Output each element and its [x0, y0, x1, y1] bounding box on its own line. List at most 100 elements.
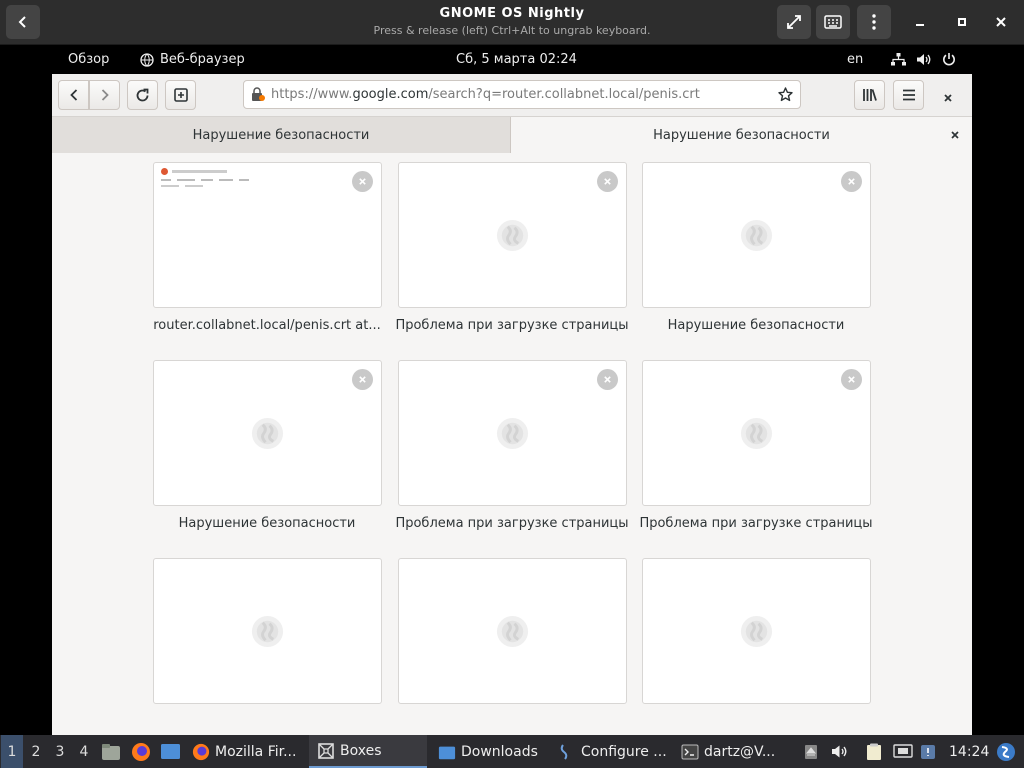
page-thumbnail[interactable]	[642, 162, 871, 308]
minimize-button[interactable]	[911, 13, 929, 31]
page-thumbnail[interactable]	[398, 162, 627, 308]
tray-clock[interactable]: 14:24	[949, 735, 989, 768]
tray-network[interactable]	[893, 735, 913, 768]
thumbnail-label: Нарушение безопасности	[178, 516, 356, 531]
page-thumbnail[interactable]	[398, 558, 627, 704]
start-menu-button[interactable]	[996, 735, 1016, 768]
fullscreen-button[interactable]	[777, 5, 811, 39]
file-manager-icon	[102, 743, 120, 760]
tab-2[interactable]: Нарушение безопасности	[511, 117, 972, 153]
address-bar[interactable]: https://www.google.com/search?q=router.c…	[243, 80, 801, 109]
mini-page-preview	[161, 168, 249, 187]
app-menu[interactable]: Веб-браузер	[140, 52, 245, 67]
close-thumbnail-icon[interactable]	[352, 369, 373, 390]
clock[interactable]: Сб, 5 марта 02:24	[456, 52, 577, 67]
close-window-button[interactable]	[992, 13, 1010, 31]
page-thumbnail[interactable]	[153, 558, 382, 704]
hamburger-menu-icon	[902, 89, 915, 101]
activities-button[interactable]: Обзор	[68, 52, 109, 67]
close-tab-icon[interactable]	[950, 130, 960, 140]
close-thumbnail-icon[interactable]	[841, 171, 862, 192]
close-icon	[996, 17, 1006, 27]
globe-icon	[739, 218, 774, 253]
task-configure[interactable]: Configure ...	[558, 735, 667, 768]
volume-icon[interactable]	[916, 53, 932, 70]
new-tab-icon	[173, 88, 188, 102]
library-button[interactable]	[854, 80, 885, 110]
keyboard-button[interactable]	[816, 5, 850, 39]
tab-label: Нарушение безопасности	[192, 127, 370, 143]
thumbnail-label: Нарушение безопасности	[667, 318, 845, 333]
tab-1[interactable]: Нарушение безопасности	[52, 117, 511, 153]
globe-icon	[495, 218, 530, 253]
volume-icon	[832, 745, 847, 758]
thumbnail-label: router.collabnet.local/penis.crt at...	[153, 318, 381, 333]
hamburger-menu-button[interactable]	[893, 80, 924, 110]
kebab-menu-icon	[872, 14, 876, 30]
boxes-icon	[318, 742, 334, 759]
launcher-files[interactable]	[101, 735, 121, 768]
launcher-desktop[interactable]	[160, 735, 181, 768]
close-thumbnail-icon[interactable]	[597, 369, 618, 390]
new-tab-button[interactable]	[165, 80, 196, 110]
eject-icon	[805, 744, 817, 759]
maximize-icon	[958, 18, 966, 26]
workspace-2[interactable]: 2	[25, 735, 47, 768]
reload-icon	[136, 88, 149, 101]
thumbnail-label: Проблема при загрузке страницы	[395, 318, 629, 333]
close-thumbnail-icon[interactable]	[841, 369, 862, 390]
launcher-firefox[interactable]	[131, 735, 151, 768]
library-icon	[863, 89, 877, 101]
chevron-right-icon	[101, 89, 109, 101]
globe-icon	[739, 614, 774, 649]
firefox-icon	[132, 742, 150, 761]
screen: GNOME OS Nightly Press & release (left) …	[0, 0, 1024, 768]
workspace-1[interactable]: 1	[1, 735, 23, 768]
page-thumbnail[interactable]	[398, 360, 627, 506]
task-terminal[interactable]: dartz@V...	[681, 735, 775, 768]
close-icon	[944, 94, 952, 102]
page-thumbnail[interactable]	[642, 360, 871, 506]
task-firefox[interactable]: Mozilla Fir...	[192, 735, 296, 768]
maximize-button[interactable]	[953, 13, 971, 31]
task-label: Configure ...	[581, 743, 667, 760]
tray-volume[interactable]	[831, 735, 848, 768]
insecure-lock-icon	[252, 87, 265, 101]
overview-grid: router.collabnet.local/penis.crt at... Пр…	[52, 154, 972, 735]
task-label: Mozilla Fir...	[215, 743, 297, 760]
menu-button[interactable]	[857, 5, 891, 39]
page-thumbnail[interactable]	[153, 360, 382, 506]
settings-icon	[560, 743, 568, 760]
tray-notification[interactable]	[920, 735, 936, 768]
task-boxes[interactable]: Boxes	[309, 735, 427, 768]
task-label: Downloads	[461, 743, 538, 760]
tray-eject[interactable]	[804, 735, 818, 768]
desktop-icon	[161, 744, 180, 759]
close-thumbnail-icon[interactable]	[597, 171, 618, 192]
power-icon[interactable]	[942, 52, 956, 70]
network-icon[interactable]	[891, 53, 906, 70]
language-indicator[interactable]: en	[847, 52, 863, 67]
task-label: Boxes	[340, 742, 382, 759]
close-thumbnail-icon[interactable]	[352, 171, 373, 192]
task-label: dartz@V...	[704, 743, 776, 760]
tray-clipboard[interactable]	[866, 735, 882, 768]
task-downloads[interactable]: Downloads	[438, 735, 538, 768]
reload-button[interactable]	[127, 80, 158, 110]
tab-label: Нарушение безопасности	[653, 127, 830, 143]
guest-display[interactable]: Обзор Веб-браузер Сб, 5 марта 02:24 en h…	[0, 45, 1024, 735]
browser-close-button[interactable]	[942, 89, 954, 102]
nav-back-button[interactable]	[58, 80, 89, 110]
minimize-icon	[916, 24, 924, 26]
page-thumbnail[interactable]	[642, 558, 871, 704]
globe-icon	[250, 614, 285, 649]
thumbnail-label: Проблема при загрузке страницы	[639, 516, 873, 531]
distro-logo-icon	[997, 742, 1015, 761]
tab-bar: Нарушение безопасности Нарушение безопас…	[52, 117, 972, 153]
workspace-4[interactable]: 4	[73, 735, 95, 768]
workspace-3[interactable]: 3	[49, 735, 71, 768]
boxes-header-bar: GNOME OS Nightly Press & release (left) …	[0, 0, 1024, 45]
nav-forward-button[interactable]	[89, 80, 120, 110]
page-thumbnail[interactable]	[153, 162, 382, 308]
bookmark-star-icon[interactable]	[778, 87, 793, 102]
